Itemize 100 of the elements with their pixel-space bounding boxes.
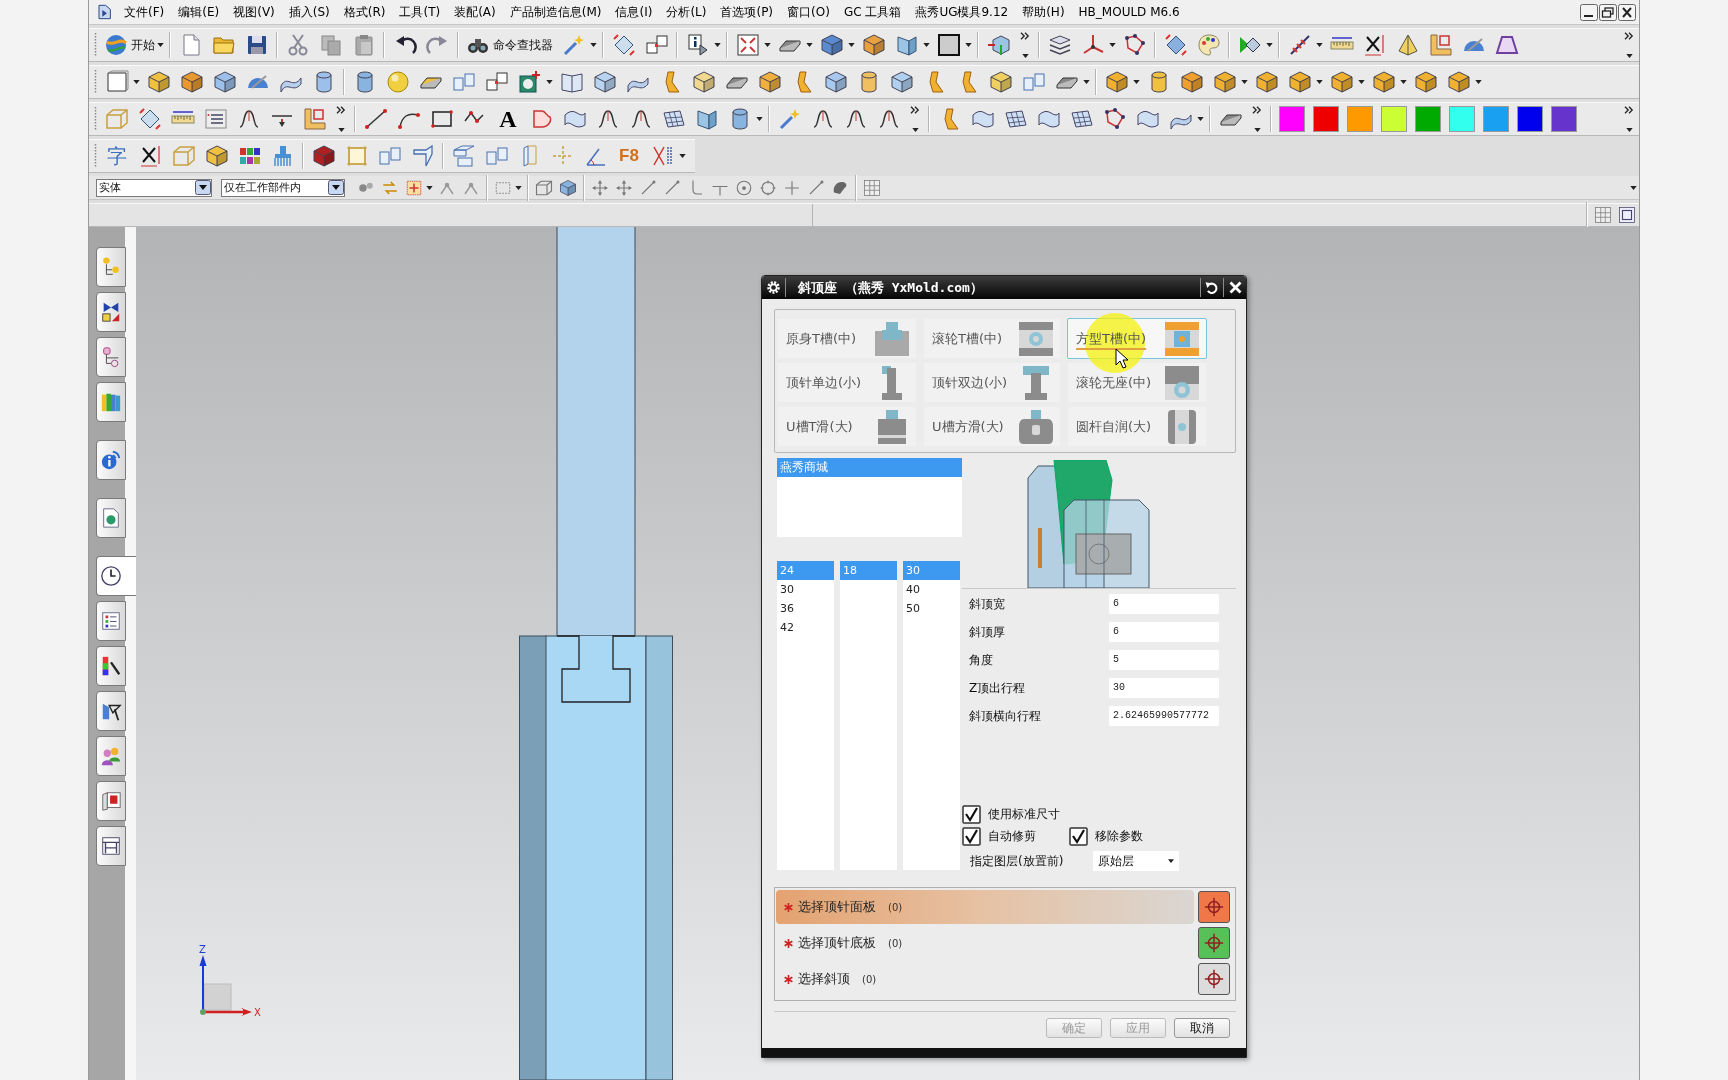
type-option[interactable]: 顶针单边(小) xyxy=(777,362,917,403)
caret-icon[interactable] xyxy=(546,80,553,84)
menu-item[interactable]: GC 工具箱 xyxy=(836,2,909,22)
cube-icon[interactable] xyxy=(146,70,171,94)
wand-icon[interactable] xyxy=(777,107,802,131)
caret-icon[interactable] xyxy=(1133,80,1140,84)
filter-dropdown[interactable]: 仅在工作部件内 xyxy=(221,178,345,197)
cube-icon[interactable] xyxy=(757,70,782,94)
cube-icon[interactable] xyxy=(311,144,336,168)
cube-icon[interactable] xyxy=(592,70,617,94)
menu-item[interactable]: HB_MOULD M6.6 xyxy=(1071,2,1187,22)
chevron-icon[interactable] xyxy=(1252,106,1262,114)
book-icon[interactable] xyxy=(559,70,584,94)
selection-step[interactable]: 选择顶针底板 (0) xyxy=(776,926,1194,960)
selection-step[interactable]: 选择斜顶 (0) xyxy=(776,962,1194,996)
menu-item[interactable]: 编辑(E) xyxy=(171,2,227,22)
menu-item[interactable]: 产品制造信息(M) xyxy=(502,2,609,22)
menu-item[interactable]: 窗口(O) xyxy=(780,2,837,22)
cube-icon[interactable] xyxy=(559,178,577,197)
cube-icon[interactable] xyxy=(204,144,229,168)
restore-icon[interactable] xyxy=(1599,3,1617,21)
move-icon[interactable] xyxy=(615,178,633,197)
layers-icon[interactable] xyxy=(1047,33,1072,57)
grip-icon[interactable] xyxy=(94,69,97,95)
caret-icon[interactable] xyxy=(426,185,433,190)
fit-view-icon[interactable] xyxy=(735,33,760,57)
selection-step[interactable]: 选择顶针面板 (0) xyxy=(776,890,1194,924)
chevron-icon[interactable] xyxy=(1624,106,1634,114)
caret-icon[interactable] xyxy=(1197,117,1204,121)
resource-tab[interactable] xyxy=(96,646,126,686)
type-option[interactable]: 顶针双边(小) xyxy=(923,362,1061,403)
list-icon[interactable] xyxy=(203,107,228,131)
rectangle-icon[interactable] xyxy=(429,107,454,131)
type-option[interactable]: 滚轮无座(中) xyxy=(1067,362,1207,403)
curved-arrow-icon[interactable] xyxy=(1205,280,1219,295)
cube-icon[interactable] xyxy=(212,70,237,94)
wedge-icon[interactable] xyxy=(894,33,919,57)
color-swatch-icon[interactable] xyxy=(1517,106,1543,132)
caret-icon[interactable] xyxy=(1400,80,1407,84)
dimension-icon[interactable] xyxy=(1362,33,1387,57)
caret-icon[interactable] xyxy=(965,43,972,47)
cube-icon[interactable] xyxy=(1254,70,1279,94)
select-object-button[interactable] xyxy=(1198,891,1230,923)
color-swatch-icon[interactable] xyxy=(1279,106,1305,132)
caret-icon[interactable] xyxy=(1625,128,1633,132)
application-icon[interactable] xyxy=(97,4,113,20)
mesh-icon[interactable] xyxy=(1003,107,1028,131)
color-swatch-icon[interactable] xyxy=(1483,106,1509,132)
start-menu-button[interactable]: 开始 xyxy=(104,31,155,59)
node-graph-icon[interactable] xyxy=(1102,107,1127,131)
list-item[interactable]: 50 xyxy=(903,599,960,618)
resource-tab[interactable] xyxy=(96,691,126,731)
cube-icon[interactable] xyxy=(823,70,848,94)
grip-icon[interactable] xyxy=(94,143,97,169)
caret-icon[interactable] xyxy=(764,43,771,47)
select-object-button[interactable] xyxy=(1198,927,1230,959)
text-tool-button[interactable]: A xyxy=(493,105,523,133)
number-field[interactable]: 30 xyxy=(1109,678,1219,698)
menu-item[interactable]: 信息(I) xyxy=(608,2,660,22)
caret-icon[interactable] xyxy=(1109,43,1116,47)
caret-icon[interactable] xyxy=(157,43,164,47)
chevron-icon[interactable] xyxy=(336,106,346,114)
color-swatch-icon[interactable] xyxy=(1449,106,1475,132)
type-option[interactable]: 圆杆自润(大) xyxy=(1067,406,1207,447)
move-icon[interactable] xyxy=(591,178,609,197)
square-icon[interactable] xyxy=(936,33,961,57)
caret-icon[interactable] xyxy=(337,128,345,132)
cube-icon[interactable] xyxy=(819,33,844,57)
grip-icon[interactable] xyxy=(94,32,97,58)
type-option[interactable]: 原身T槽(中) xyxy=(777,318,917,359)
menu-item[interactable]: 格式(R) xyxy=(336,2,393,22)
color-swatch-icon[interactable] xyxy=(1313,106,1339,132)
planes-icon[interactable] xyxy=(451,144,476,168)
cube-icon[interactable] xyxy=(691,70,716,94)
chevron-icon[interactable] xyxy=(1020,32,1030,40)
menu-item[interactable]: 帮助(H) xyxy=(1015,2,1072,22)
type-option[interactable]: U槽方滑(大) xyxy=(923,406,1061,447)
menu-item[interactable]: 工具(T) xyxy=(392,2,448,22)
select-object-button[interactable] xyxy=(1198,963,1230,995)
color-swatch-icon[interactable] xyxy=(1415,106,1441,132)
menu-item[interactable]: 燕秀UG模具9.12 xyxy=(908,2,1016,22)
cube-icon[interactable] xyxy=(1446,70,1471,94)
character-tool-button[interactable]: 字 xyxy=(102,142,132,170)
checkbox[interactable] xyxy=(1069,826,1088,846)
cube-icon[interactable] xyxy=(1212,70,1237,94)
grid-icon[interactable] xyxy=(863,178,881,197)
color-swatch-icon[interactable] xyxy=(1381,106,1407,132)
mesh-icon[interactable] xyxy=(661,107,686,131)
caret-icon[interactable] xyxy=(1625,54,1633,58)
point-line-icon[interactable] xyxy=(663,178,681,197)
caret-icon[interactable] xyxy=(1241,80,1248,84)
caret-icon[interactable] xyxy=(1021,54,1029,58)
menu-item[interactable]: 分析(L) xyxy=(659,2,714,22)
caret-icon[interactable] xyxy=(679,154,686,158)
block-plus-icon[interactable] xyxy=(517,70,542,94)
close-icon[interactable] xyxy=(1618,3,1636,21)
resource-tab[interactable] xyxy=(96,826,126,866)
menu-item[interactable]: 插入(S) xyxy=(281,2,337,22)
caret-icon[interactable] xyxy=(714,43,721,47)
grid-icon[interactable] xyxy=(1594,206,1612,224)
